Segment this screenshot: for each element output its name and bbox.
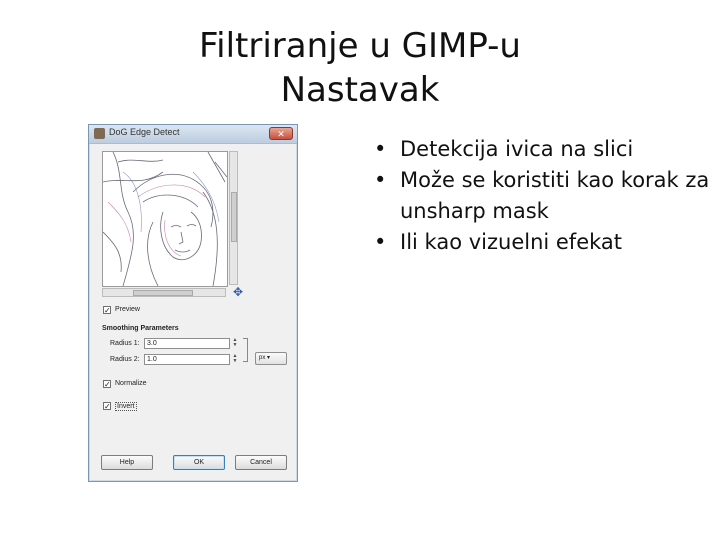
- close-button[interactable]: ✕: [269, 127, 293, 140]
- radius2-label: Radius 2:: [110, 356, 140, 363]
- preview-checkbox[interactable]: ✓: [103, 306, 111, 315]
- scrollbar-thumb[interactable]: [133, 290, 193, 296]
- unit-value: px: [259, 355, 266, 361]
- preview-area[interactable]: [102, 151, 228, 287]
- bullet-item: Ili kao vizuelni efekat: [370, 227, 710, 258]
- unit-select[interactable]: px ▾: [255, 352, 287, 365]
- move-icon[interactable]: ✥: [233, 286, 243, 298]
- smoothing-parameters-heading: Smoothing Parameters: [102, 325, 179, 332]
- gimp-app-icon: [94, 128, 105, 139]
- dialog-title: DoG Edge Detect: [109, 127, 180, 137]
- ok-button[interactable]: OK: [173, 455, 225, 470]
- dialog-titlebar[interactable]: DoG Edge Detect ✕: [89, 125, 297, 144]
- radius2-input[interactable]: 1.0: [144, 354, 230, 365]
- bullet-item: Detekcija ivica na slici: [370, 134, 710, 165]
- preview-label[interactable]: Preview: [115, 306, 140, 313]
- radius2-spin-button[interactable]: ▲ ▼: [232, 354, 238, 365]
- bullet-list: Detekcija ivica na slici Može se koristi…: [370, 134, 710, 258]
- slide-title-line1: Filtriranje u GIMP-u: [199, 26, 521, 66]
- bullet-item: Može se koristiti kao korak za unsharp m…: [370, 165, 710, 227]
- preview-vertical-scrollbar[interactable]: [229, 151, 238, 285]
- slide-title-line2: Nastavak: [280, 70, 440, 110]
- edge-detected-portrait-image: [103, 152, 227, 286]
- slide-title: Filtriranje u GIMP-u Nastavak: [0, 24, 720, 112]
- radius1-input[interactable]: 3.0: [144, 338, 230, 349]
- help-button[interactable]: Help: [101, 455, 153, 470]
- cancel-button[interactable]: Cancel: [235, 455, 287, 470]
- chain-link-icon[interactable]: [243, 338, 248, 362]
- radius1-label: Radius 1:: [110, 340, 140, 347]
- scrollbar-thumb[interactable]: [231, 192, 237, 242]
- invert-label[interactable]: Invert: [115, 402, 137, 411]
- dog-edge-detect-dialog: DoG Edge Detect ✕ ✥ ✓ Preview Smoothing …: [88, 124, 298, 482]
- normalize-checkbox[interactable]: ✓: [103, 380, 111, 389]
- preview-horizontal-scrollbar[interactable]: [102, 288, 226, 297]
- invert-checkbox[interactable]: ✓: [103, 402, 111, 411]
- radius1-spin-button[interactable]: ▲ ▼: [232, 338, 238, 349]
- normalize-label[interactable]: Normalize: [115, 380, 147, 387]
